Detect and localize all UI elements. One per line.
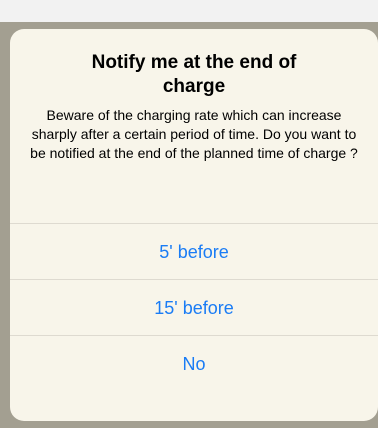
alert-title: Notify me at the end of charge	[91, 52, 297, 97]
fifteen-minutes-before-button[interactable]: 15' before	[10, 279, 378, 335]
notify-alert-dialog: Notify me at the end of charge Beware of…	[10, 29, 378, 421]
alert-message: Beware of the charging rate which can in…	[30, 107, 358, 161]
alert-header: Notify me at the end of charge Beware of…	[10, 29, 378, 223]
five-minutes-before-button[interactable]: 5' before	[10, 223, 378, 279]
no-button[interactable]: No	[10, 335, 378, 389]
